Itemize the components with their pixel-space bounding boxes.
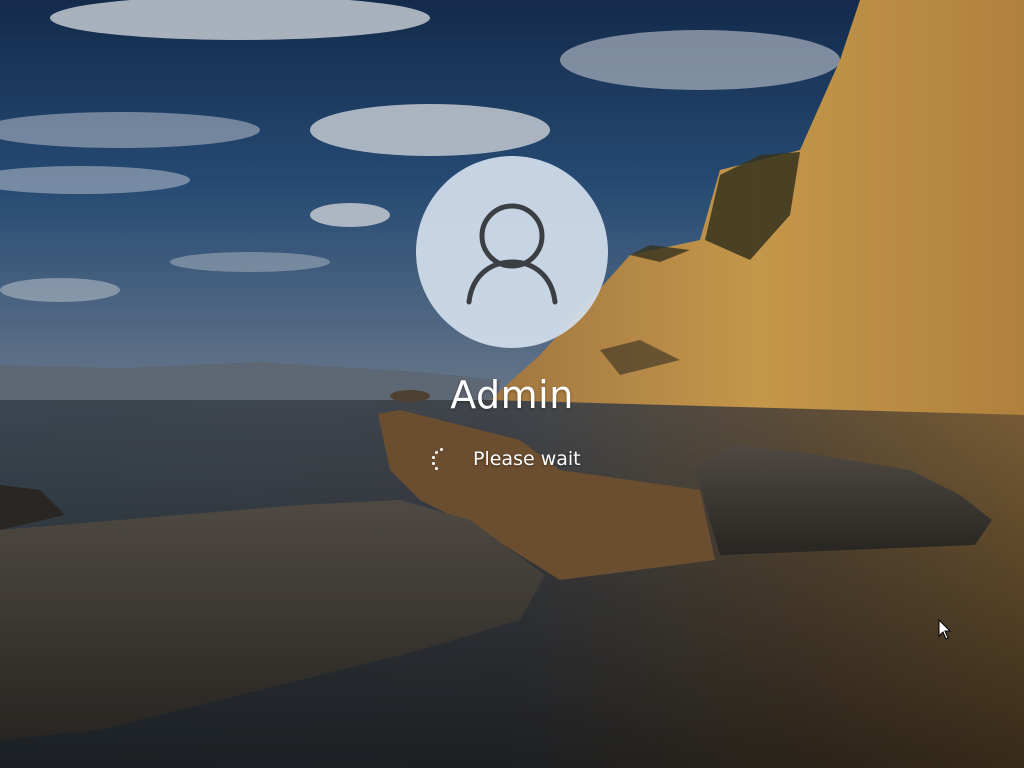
- mouse-pointer-icon: [938, 619, 952, 640]
- username-label: Admin: [450, 373, 574, 417]
- status-row: Please wait: [430, 442, 581, 476]
- user-avatar: [416, 156, 608, 348]
- lock-screen: Admin Please wait: [0, 0, 1024, 768]
- status-text: Please wait: [473, 448, 581, 470]
- loading-dots-icon: [430, 447, 454, 471]
- user-silhouette-icon: [466, 203, 558, 305]
